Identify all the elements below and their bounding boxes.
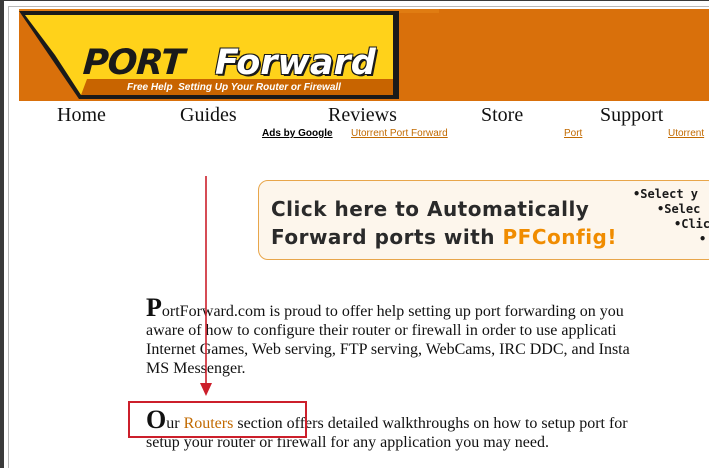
promo-line-2-prefix: Forward ports with: [271, 225, 503, 249]
ad-link-port[interactable]: Port: [564, 128, 582, 139]
nav-reviews[interactable]: Reviews: [328, 104, 397, 127]
ad-link-utorrent[interactable]: Utorrent: [668, 128, 704, 139]
nav-home[interactable]: Home: [57, 104, 106, 127]
nav-support[interactable]: Support: [600, 104, 663, 127]
promo-bullet: •Selec: [657, 202, 701, 216]
ads-by-google-label[interactable]: Ads by Google: [262, 128, 333, 139]
intro-line: MS Messenger.: [146, 360, 246, 377]
promo-pfconfig-accent: PFConfig!: [502, 225, 617, 249]
promo-bullets: •Select y •Selec •Clic •: [631, 187, 709, 247]
promo-bullet: •: [699, 232, 707, 246]
site-tagline: Free Help Setting Up Your Router or Fire…: [127, 82, 341, 93]
intro-line: Internet Games, Web serving, FTP serving…: [146, 341, 630, 358]
tagline-rest: Setting Up Your Router or Firewall: [178, 82, 341, 93]
main-nav: Home Guides Reviews Store Support: [0, 104, 709, 126]
nav-guides[interactable]: Guides: [180, 104, 237, 127]
intro-paragraph: PortForward.com is proud to offer help s…: [146, 295, 630, 378]
intro-line-text: ortForward.com is proud to offer help se…: [161, 303, 624, 320]
intro-line: aware of how to configure their router o…: [146, 322, 617, 339]
ad-link-utorrent-port-forward[interactable]: Utorrent Port Forward: [351, 128, 448, 139]
logo-port-text: PORT: [81, 43, 186, 83]
pfconfig-promo-banner[interactable]: Click here to Automatically Forward port…: [258, 180, 709, 260]
promo-line-1: Click here to Automatically: [271, 197, 590, 221]
promo-line-2: Forward ports with PFConfig!: [271, 225, 617, 249]
nav-store[interactable]: Store: [481, 104, 523, 127]
promo-bullet: •Clic: [674, 217, 709, 231]
intro-line: PortForward.com is proud to offer help s…: [146, 295, 630, 321]
tagline-lead: Free Help: [127, 82, 173, 93]
site-banner[interactable]: PORT Forward Free Help Setting Up Your R…: [19, 9, 709, 101]
routers-highlight-box: [128, 401, 307, 438]
promo-bullet: •Select y: [633, 187, 699, 201]
intro-dropcap: P: [146, 293, 162, 322]
logo-forward-text: Forward: [215, 43, 376, 83]
